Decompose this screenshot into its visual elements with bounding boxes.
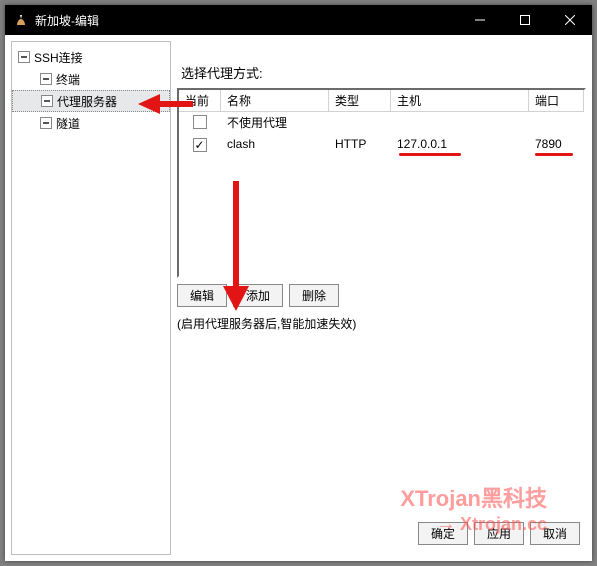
tree-item-tunnel[interactable]: 隧道 — [12, 112, 170, 134]
add-button[interactable]: 添加 — [233, 284, 283, 307]
tree-root-ssh[interactable]: SSH连接 — [12, 46, 170, 68]
collapse-toggle-icon[interactable] — [40, 73, 52, 85]
proxy-note: (启用代理服务器后,智能加速失效) — [177, 315, 586, 332]
dialog-footer: 确定 应用 取消 — [177, 514, 586, 555]
section-label: 选择代理方式: — [181, 63, 586, 82]
col-header-port[interactable]: 端口 — [529, 90, 584, 112]
maximize-button[interactable] — [502, 5, 547, 35]
cell-type — [329, 112, 391, 135]
sidebar-tree[interactable]: SSH连接 终端 代理服务器 隧道 — [11, 41, 171, 555]
annotation-underline-port — [535, 153, 573, 156]
minimize-button[interactable] — [457, 5, 502, 35]
col-header-current[interactable]: 当前 — [179, 90, 221, 112]
col-header-host[interactable]: 主机 — [391, 90, 529, 112]
dialog-window: 新加坡-编辑 SSH连接 终端 代理服务器 — [5, 5, 592, 561]
proxy-table: 当前 名称 类型 主机 端口 不使用代理 clash HTTP — [177, 88, 586, 278]
tree-item-label: 代理服务器 — [57, 93, 117, 110]
cell-host: 127.0.0.1 — [391, 135, 529, 155]
cancel-button[interactable]: 取消 — [530, 522, 580, 545]
collapse-toggle-icon[interactable] — [41, 95, 53, 107]
cell-name: clash — [221, 135, 329, 155]
titlebar: 新加坡-编辑 — [5, 5, 592, 35]
edit-button[interactable]: 编辑 — [177, 284, 227, 307]
tree-item-proxy-server[interactable]: 代理服务器 — [12, 90, 170, 112]
cell-port — [529, 112, 584, 135]
close-button[interactable] — [547, 5, 592, 35]
main-panel: 选择代理方式: 当前 名称 类型 主机 端口 不使用代理 — [177, 41, 586, 555]
table-row[interactable]: 不使用代理 — [179, 112, 584, 135]
collapse-toggle-icon[interactable] — [40, 117, 52, 129]
delete-button[interactable]: 删除 — [289, 284, 339, 307]
tree-root-label: SSH连接 — [34, 49, 83, 66]
cell-type: HTTP — [329, 135, 391, 155]
tree-item-terminal[interactable]: 终端 — [12, 68, 170, 90]
ok-button[interactable]: 确定 — [418, 522, 468, 545]
table-header: 当前 名称 类型 主机 端口 — [179, 90, 584, 112]
annotation-underline-host — [399, 153, 461, 156]
row-checkbox[interactable] — [193, 115, 207, 129]
cell-name: 不使用代理 — [221, 112, 329, 135]
apply-button[interactable]: 应用 — [474, 522, 524, 545]
col-header-name[interactable]: 名称 — [221, 90, 329, 112]
col-header-type[interactable]: 类型 — [329, 90, 391, 112]
row-checkbox[interactable] — [193, 138, 207, 152]
table-row[interactable]: clash HTTP 127.0.0.1 7890 — [179, 135, 584, 155]
app-icon — [13, 12, 29, 28]
cell-port: 7890 — [529, 135, 584, 155]
collapse-toggle-icon[interactable] — [18, 51, 30, 63]
tree-item-label: 隧道 — [56, 115, 80, 132]
cell-host — [391, 112, 529, 135]
tree-item-label: 终端 — [56, 71, 80, 88]
window-title: 新加坡-编辑 — [35, 12, 457, 29]
